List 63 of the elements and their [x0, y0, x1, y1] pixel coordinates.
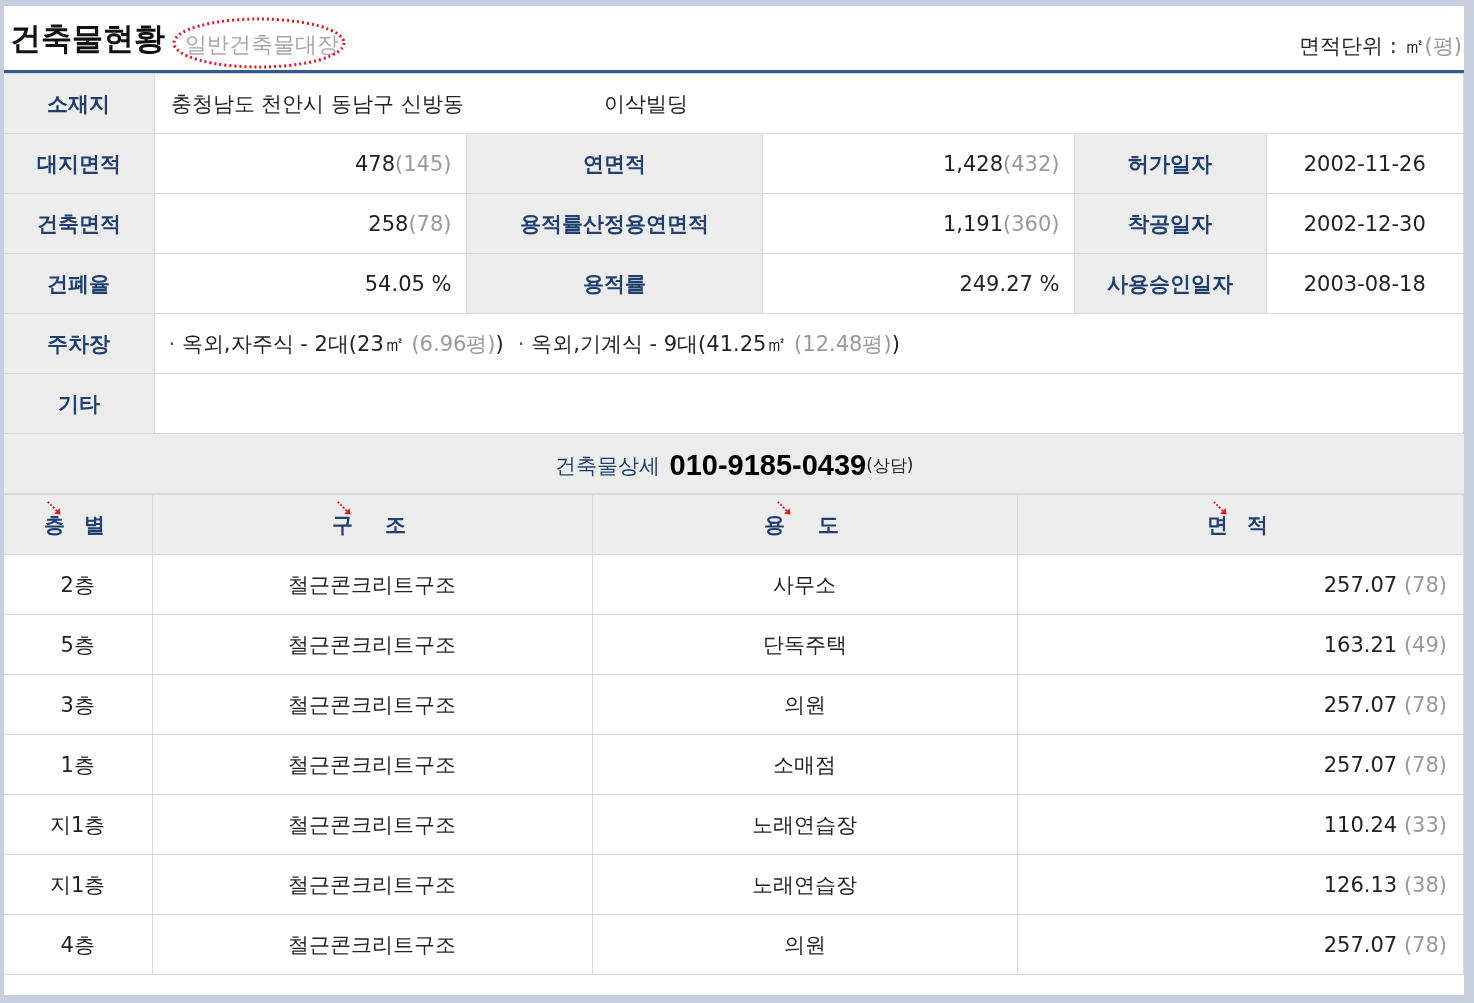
table-cell: 2층	[4, 554, 152, 615]
row-header: 건폐율	[4, 253, 154, 314]
table-cell: 철근콘크리트구조	[152, 794, 592, 855]
parking-entry: · 옥외,자주식 - 2대(23㎡ (6.96평))	[168, 331, 504, 356]
table-cell: 철근콘크리트구조	[152, 554, 592, 615]
building-name: 이삭빌딩	[603, 91, 688, 116]
table-cell: 54.05 %	[154, 253, 466, 314]
row-header: 주차장	[4, 313, 154, 374]
table-cell: 126.13 (38)	[1017, 854, 1464, 915]
table-cell: 2003-08-18	[1266, 253, 1464, 314]
table-cell: 2002-12-30	[1266, 193, 1464, 254]
table-cell: 철근콘크리트구조	[152, 674, 592, 735]
table-cell: 2002-11-26	[1266, 133, 1464, 194]
table-cell: 지1층	[4, 854, 152, 915]
row-header: 용적률	[466, 253, 762, 314]
row-header: 대지면적	[4, 133, 154, 194]
table-cell: 257.07 (78)	[1017, 554, 1464, 615]
area-unit-label: 면적단위 : ㎡(평)	[1299, 33, 1462, 60]
table-cell: 257.07 (78)	[1017, 734, 1464, 795]
table-cell: 사무소	[592, 554, 1017, 615]
table-cell: 노래연습장	[592, 794, 1017, 855]
table-cell: 노래연습장	[592, 854, 1017, 915]
table-cell: 소매점	[592, 734, 1017, 795]
table-cell: 5층	[4, 614, 152, 675]
table-cell: 철근콘크리트구조	[152, 614, 592, 675]
table-cell: 단독주택	[592, 614, 1017, 675]
row-header: 허가일자	[1074, 133, 1266, 194]
table-cell: 철근콘크리트구조	[152, 914, 592, 975]
column-header: 구 조	[152, 494, 592, 555]
table-cell: 의원	[592, 914, 1017, 975]
column-header: 용 도	[592, 494, 1017, 555]
table-cell: 163.21 (49)	[1017, 614, 1464, 675]
table-cell: 철근콘크리트구조	[152, 854, 592, 915]
consult-note: (상담)	[866, 454, 914, 477]
row-header: 건축면적	[4, 193, 154, 254]
row-header: 소재지	[4, 73, 154, 134]
table-cell: 철근콘크리트구조	[152, 734, 592, 795]
row-header: 기타	[4, 373, 154, 434]
page-subtitle: 일반건축물대장	[185, 32, 339, 57]
table-cell: 257.07 (78)	[1017, 914, 1464, 975]
table-cell: 4층	[4, 914, 152, 975]
table-cell: 478(145)	[154, 133, 466, 194]
row-header: 사용승인일자	[1074, 253, 1266, 314]
phone-number: 010-9185-0439	[669, 449, 867, 482]
table-cell: 1,428(432)	[762, 133, 1074, 194]
table-cell: 258(78)	[154, 193, 466, 254]
table-cell: 의원	[592, 674, 1017, 735]
row-header: 착공일자	[1074, 193, 1266, 254]
table-cell: 3층	[4, 674, 152, 735]
table-cell: 249.27 %	[762, 253, 1074, 314]
table-cell: 지1층	[4, 794, 152, 855]
column-header: 면 적	[1017, 494, 1464, 555]
row-header: 용적률산정용연면적	[466, 193, 762, 254]
table-cell: 257.07 (78)	[1017, 674, 1464, 735]
table-cell: 1층	[4, 734, 152, 795]
table-cell: 110.24 (33)	[1017, 794, 1464, 855]
section-title: 건축물상세	[554, 452, 660, 480]
table-cell: 1,191(360)	[762, 193, 1074, 254]
page-title: 건축물현황	[10, 19, 165, 58]
row-header: 연면적	[466, 133, 762, 194]
column-header: 층 별	[4, 494, 152, 555]
address-text: 충청남도 천안시 동남구 신방동	[170, 91, 464, 116]
parking-entry: · 옥외,기계식 - 9대(41.25㎡ (12.48평))	[517, 331, 900, 356]
